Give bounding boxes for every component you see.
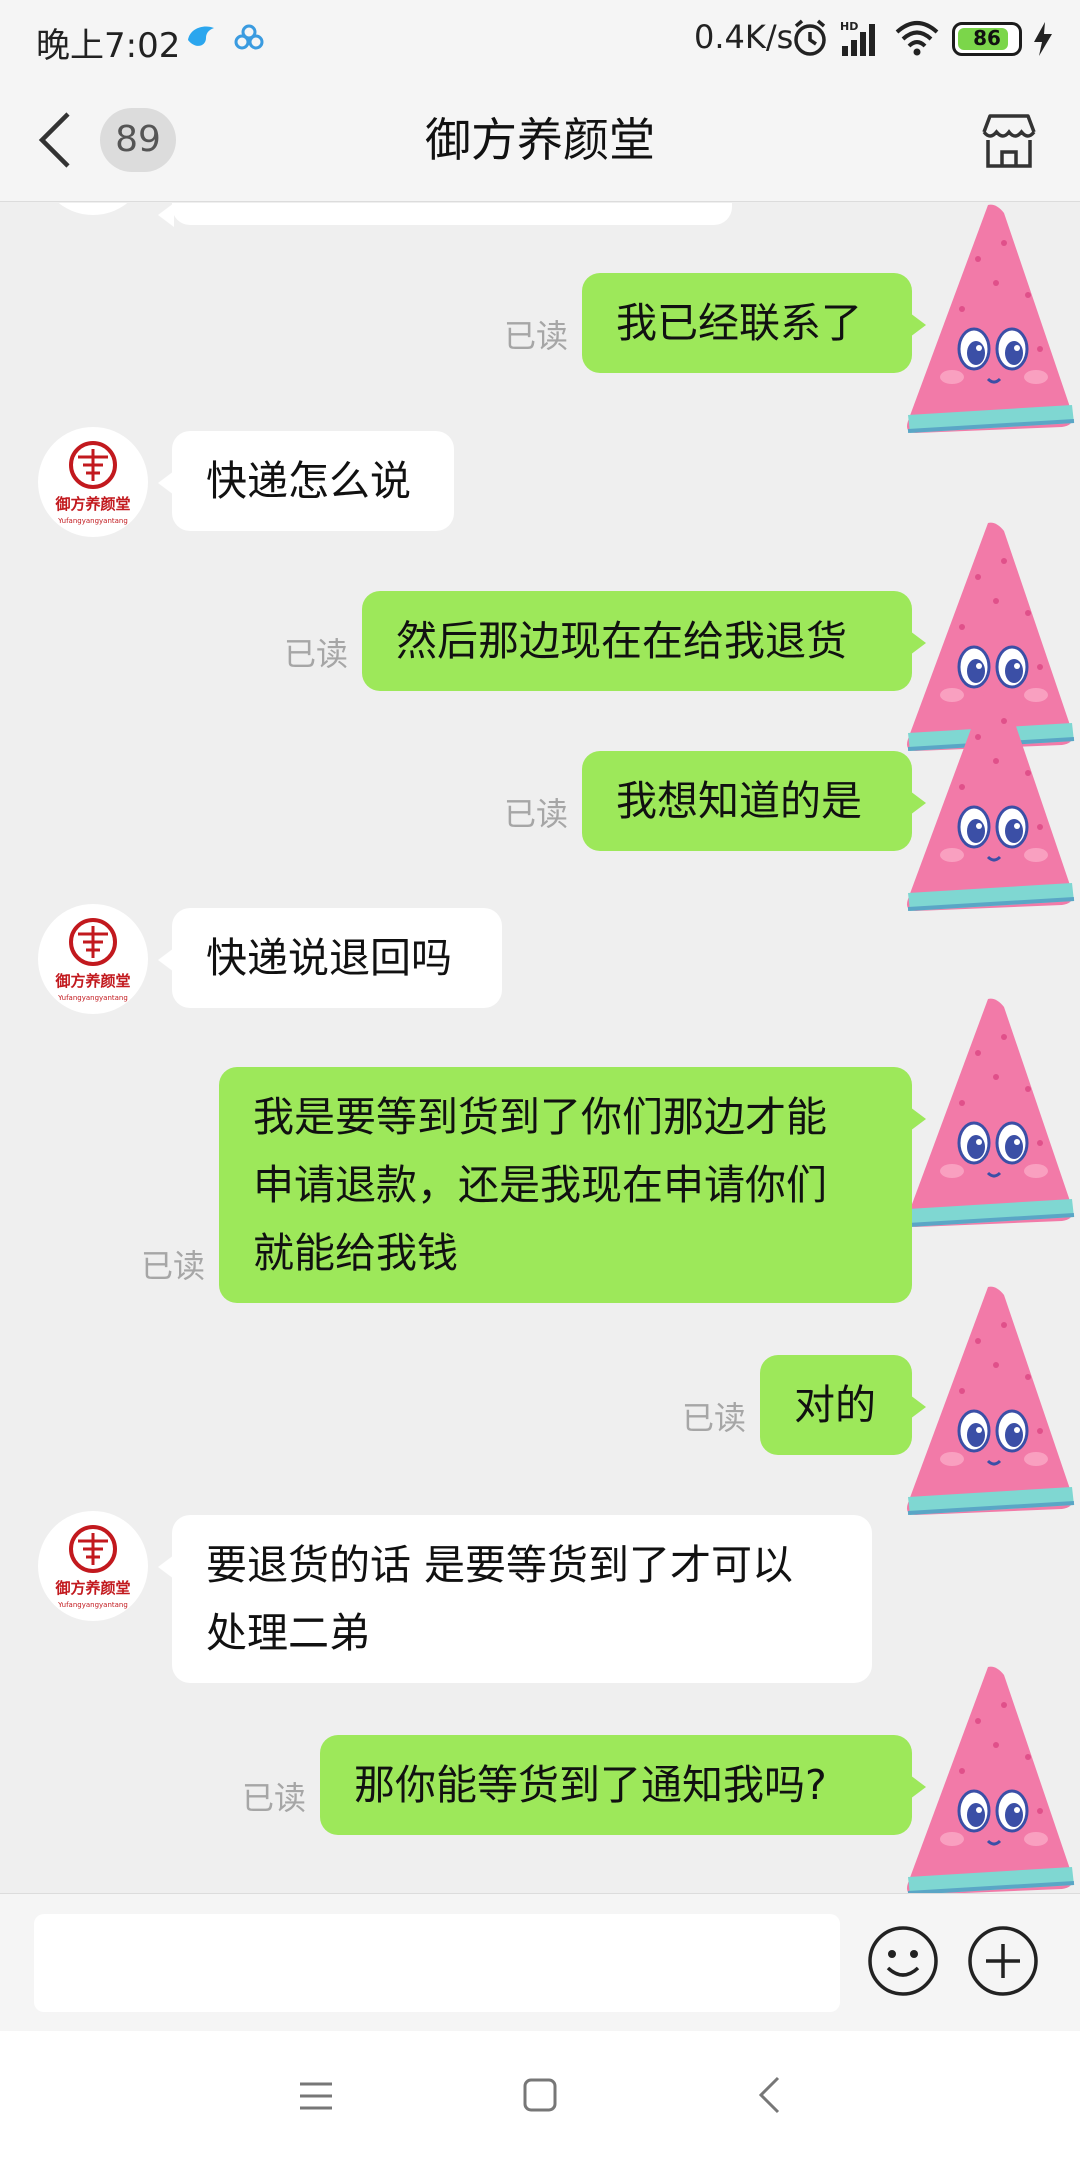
watermelon-avatar-icon[interactable] [900,203,1080,439]
sent-message-bubble[interactable]: 我想知道的是 [582,751,926,851]
watermelon-avatar-icon[interactable] [900,677,1080,917]
sent-message-bubble[interactable]: 那你能等货到了通知我吗? [320,1735,926,1835]
read-receipt: 已读 [682,1399,747,1437]
system-nav-bar [0,2031,1080,2160]
received-message-bubble[interactable]: 快递说退回吗 [158,908,502,1008]
cloud-icon [234,24,264,50]
read-receipt: 已读 [242,1779,307,1817]
svg-text:Yufangyangyantang: Yufangyangyantang [57,517,128,525]
bird-icon [188,26,214,46]
menu-icon[interactable] [298,2079,334,2113]
battery-icon: 86 [952,22,1022,56]
shop-avatar[interactable]: 御方养颜堂 Yufangyangyantang [38,1511,148,1621]
shop-seal-icon: 御方养颜堂 Yufangyangyantang [54,918,131,1002]
shop-seal-icon: 御方养颜堂 Yufangyangyantang [54,1525,131,1609]
page-title: 御方养颜堂 [425,113,655,167]
status-time: 晚上7:02 [36,26,181,66]
shop-avatar[interactable]: 御方养颜堂Yufangyangyantang [38,203,148,215]
watermelon-avatar-icon[interactable] [900,1661,1080,1893]
watermelon-avatar-icon[interactable] [900,993,1080,1233]
svg-text:御方养颜堂: 御方养颜堂 [54,972,130,990]
plus-circle-icon[interactable] [966,1924,1040,1998]
charging-icon [1034,22,1052,56]
back-triangle-icon[interactable] [756,2075,782,2115]
svg-text:御方养颜堂: 御方养颜堂 [54,1579,130,1597]
shop-seal-icon: 御方养颜堂Yufangyangyantang [38,203,148,215]
read-receipt: 已读 [284,635,349,673]
sent-message-bubble[interactable]: 我已经联系了 [582,273,926,373]
svg-text:御方养颜堂: 御方养颜堂 [54,495,130,513]
message-bubble-partial[interactable] [158,203,732,227]
shop-seal-icon: 御方养颜堂 Yufangyangyantang [54,441,131,525]
smiley-icon[interactable] [866,1924,940,1998]
svg-text:HD: HD [840,20,858,33]
message-input[interactable] [34,1914,840,2012]
read-receipt: 已读 [141,1247,206,1285]
svg-text:Yufangyangyantang: Yufangyangyantang [57,1601,128,1609]
svg-text:Yufangyangyantang: Yufangyangyantang [57,994,128,1002]
shop-avatar[interactable]: 御方养颜堂 Yufangyangyantang [38,904,148,1014]
read-receipt: 已读 [504,795,569,833]
received-message-bubble[interactable]: 要退货的话 是要等货到了才可以 处理二弟 [158,1515,872,1683]
alarm-icon [794,19,826,56]
home-square-icon[interactable] [522,2077,558,2113]
wifi-icon [895,21,939,56]
input-bar [0,1893,1080,2031]
shop-icon[interactable] [978,110,1040,172]
watermelon-avatar-icon[interactable] [900,1281,1080,1521]
chat-message-list[interactable]: 御方养颜堂Yufangyangyantang我已经联系了已读御方养颜堂Yufan… [0,203,1080,1893]
status-bar: 晚上7:02 0.4K/s HD 86 [0,0,1080,78]
battery-level: 86 [973,26,1001,50]
received-message-bubble[interactable]: 快递怎么说 [158,431,454,531]
sent-message-bubble[interactable]: 我是要等到货到了你们那边才能 申请退款，还是我现在申请你们 就能给我钱 [219,1067,926,1303]
read-receipt: 已读 [504,317,569,355]
chat-header: 89 御方养颜堂 [0,78,1080,202]
shop-avatar[interactable]: 御方养颜堂 Yufangyangyantang [38,427,148,537]
sent-message-bubble[interactable]: 然后那边现在在给我退货 [362,591,926,691]
hd-signal-icon: HD [840,20,875,56]
network-speed: 0.4K/s [694,18,794,56]
sent-message-bubble[interactable]: 对的 [760,1355,926,1455]
